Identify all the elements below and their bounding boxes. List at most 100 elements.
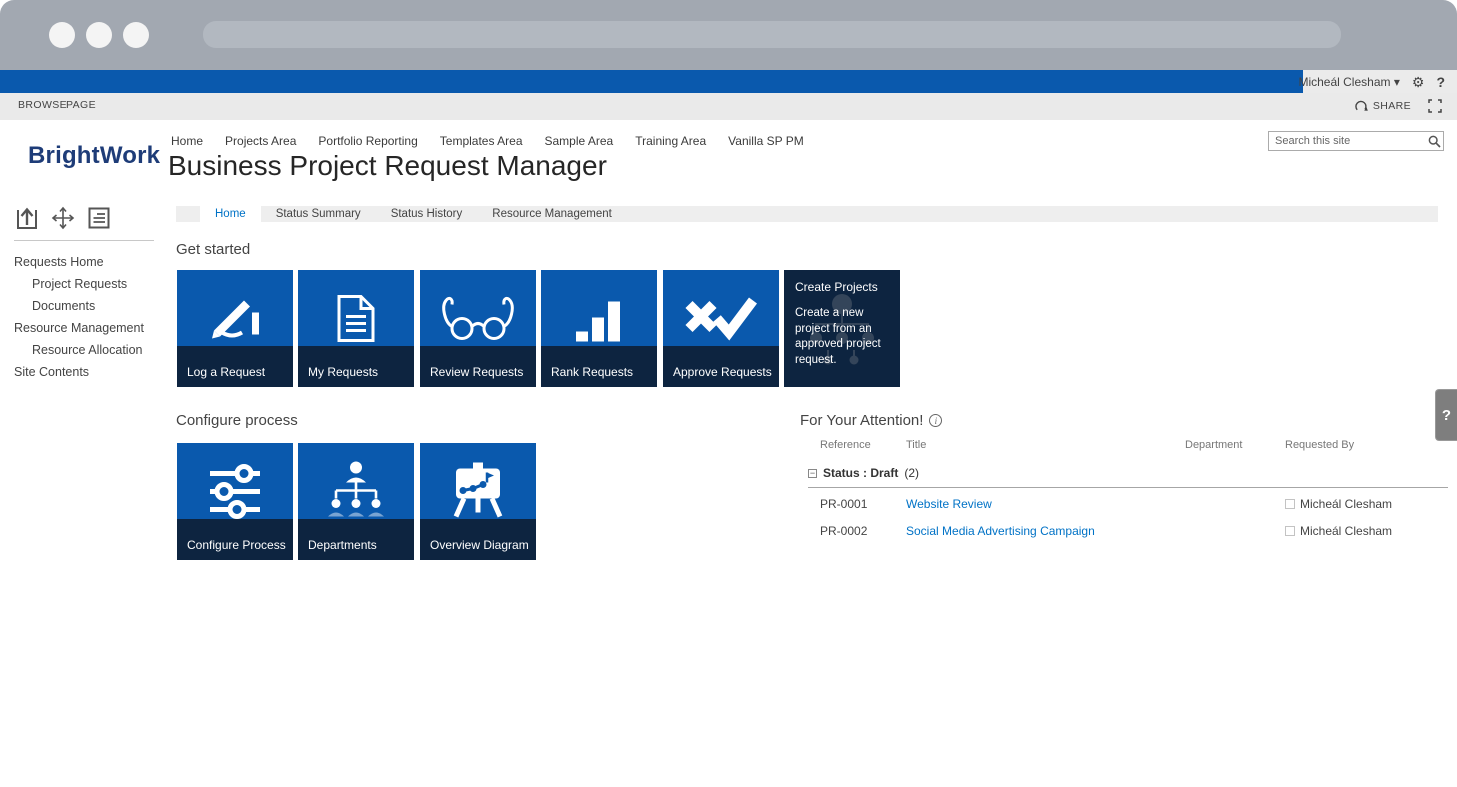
tile-label: Approve Requests xyxy=(673,365,772,379)
cell-reference: PR-0001 xyxy=(808,497,906,511)
table-row: PR-0002 Social Media Advertising Campaig… xyxy=(808,519,1448,542)
tile-label: Log a Request xyxy=(187,365,265,379)
tab-status-summary[interactable]: Status Summary xyxy=(261,206,376,222)
bar-chart-icon xyxy=(568,290,630,351)
tile-my-requests[interactable]: My Requests xyxy=(298,270,414,387)
topnav-portfolio-reporting[interactable]: Portfolio Reporting xyxy=(318,134,417,148)
group-label: Status : Draft xyxy=(823,466,898,480)
brightwork-logo: BrightWork xyxy=(28,142,160,170)
easel-icon xyxy=(446,459,510,528)
topnav-projects-area[interactable]: Projects Area xyxy=(225,134,296,148)
tile-label: Review Requests xyxy=(430,365,523,379)
tile-departments[interactable]: Departments xyxy=(298,443,414,560)
column-reference[interactable]: Reference xyxy=(808,439,906,451)
help-icon[interactable]: ? xyxy=(1436,74,1445,90)
x-check-icon xyxy=(681,293,761,348)
browser-window: Micheál Clesham ▾ ⚙ ? BROWSE PAGE SHARE … xyxy=(0,0,1457,787)
topnav-training-area[interactable]: Training Area xyxy=(635,134,706,148)
tile-review-requests[interactable]: Review Requests xyxy=(420,270,536,387)
tile-log-a-request[interactable]: Log a Request xyxy=(177,270,293,387)
sidebar-item-documents[interactable]: Documents xyxy=(0,295,168,317)
ribbon-tab-page[interactable]: PAGE xyxy=(66,99,96,111)
topnav-templates-area[interactable]: Templates Area xyxy=(440,134,523,148)
cell-requested-by: Micheál Clesham xyxy=(1300,524,1392,538)
topnav-vanilla-sp-pm[interactable]: Vanilla SP PM xyxy=(728,134,804,148)
tab-resource-management[interactable]: Resource Management xyxy=(477,206,627,222)
tile-label: My Requests xyxy=(308,365,378,379)
help-side-tab[interactable]: ? xyxy=(1435,389,1457,441)
tile-create-projects[interactable]: Create Projects Create a new project fro… xyxy=(784,270,900,387)
table-row: PR-0001 Website Review Micheál Clesham xyxy=(808,492,1448,515)
user-menu[interactable]: Micheál Clesham ▾ xyxy=(1298,75,1399,89)
ribbon-tab-browse[interactable]: BROWSE xyxy=(18,99,67,111)
table-header: Reference Title Department Requested By xyxy=(808,436,1448,454)
top-navigation: Home Projects Area Portfolio Reporting T… xyxy=(171,134,804,148)
glasses-icon xyxy=(435,289,521,352)
info-icon[interactable]: i xyxy=(929,414,942,427)
address-bar[interactable] xyxy=(203,21,1341,48)
suite-bar-blue xyxy=(0,70,1303,93)
upload-icon[interactable] xyxy=(14,204,40,232)
tile-approve-requests[interactable]: Approve Requests xyxy=(663,270,779,387)
sidebar-item-resource-allocation[interactable]: Resource Allocation xyxy=(0,339,168,361)
column-title[interactable]: Title xyxy=(906,439,1185,451)
tile-title: Create Projects xyxy=(795,280,878,294)
tile-label: Departments xyxy=(308,538,377,552)
tile-description: Create a new project from an approved pr… xyxy=(795,306,893,368)
page-title: Business Project Request Manager xyxy=(168,150,607,182)
configure-process-heading: Configure process xyxy=(176,412,298,429)
group-count: (2) xyxy=(904,466,919,480)
tile-rank-requests[interactable]: Rank Requests xyxy=(541,270,657,387)
search-icon[interactable] xyxy=(1425,135,1443,148)
tab-status-history[interactable]: Status History xyxy=(376,206,478,222)
cell-requested-by: Micheál Clesham xyxy=(1300,497,1392,511)
group-header-status-draft: − Status : Draft (2) xyxy=(808,466,1448,488)
request-link[interactable]: Social Media Advertising Campaign xyxy=(906,524,1185,538)
attention-heading: For Your Attention! i xyxy=(800,412,942,429)
ribbon: BROWSE PAGE SHARE xyxy=(0,93,1457,120)
column-requested-by[interactable]: Requested By xyxy=(1285,439,1448,451)
sidebar-item-requests-home[interactable]: Requests Home xyxy=(0,251,168,273)
sidebar-item-project-requests[interactable]: Project Requests xyxy=(0,273,168,295)
sidebar-item-resource-management[interactable]: Resource Management xyxy=(0,317,168,339)
column-department[interactable]: Department xyxy=(1185,439,1285,451)
browser-chrome xyxy=(0,0,1457,70)
pen-writing-icon xyxy=(206,293,264,348)
window-button-icon[interactable] xyxy=(123,22,149,48)
org-chart-icon xyxy=(324,459,388,528)
site-search xyxy=(1268,131,1444,151)
window-button-icon[interactable] xyxy=(49,22,75,48)
cell-reference: PR-0002 xyxy=(808,524,906,538)
window-button-icon[interactable] xyxy=(86,22,112,48)
get-started-heading: Get started xyxy=(176,241,250,258)
topnav-sample-area[interactable]: Sample Area xyxy=(545,134,614,148)
document-icon xyxy=(333,289,379,352)
tile-label: Configure Process xyxy=(187,538,286,552)
sidebar-divider xyxy=(14,240,154,241)
focus-mode-icon[interactable] xyxy=(1427,98,1443,119)
list-icon[interactable] xyxy=(86,204,112,232)
move-icon[interactable] xyxy=(50,204,76,232)
tile-label: Rank Requests xyxy=(551,365,633,379)
collapse-icon[interactable]: − xyxy=(808,469,817,478)
search-input[interactable] xyxy=(1269,135,1425,147)
tab-strip: Home Status Summary Status History Resou… xyxy=(176,206,1438,222)
share-sync-icon xyxy=(1354,99,1368,113)
chevron-down-icon: ▾ xyxy=(1394,75,1400,89)
gear-icon[interactable]: ⚙ xyxy=(1412,75,1425,89)
sidebar-nav: Requests Home Project Requests Documents… xyxy=(0,251,168,383)
share-button[interactable]: SHARE xyxy=(1354,99,1411,113)
tile-overview-diagram[interactable]: Overview Diagram xyxy=(420,443,536,560)
suite-bar: Micheál Clesham ▾ ⚙ ? xyxy=(0,70,1457,93)
presence-checkbox[interactable] xyxy=(1285,499,1295,509)
presence-checkbox[interactable] xyxy=(1285,526,1295,536)
topnav-home[interactable]: Home xyxy=(171,134,203,148)
sidebar-actions xyxy=(14,204,112,232)
sidebar-item-site-contents[interactable]: Site Contents xyxy=(0,361,168,383)
sliders-icon xyxy=(204,460,266,527)
suite-bar-right: Micheál Clesham ▾ ⚙ ? xyxy=(1303,70,1457,93)
tab-home[interactable]: Home xyxy=(200,206,261,222)
tile-configure-process[interactable]: Configure Process xyxy=(177,443,293,560)
request-link[interactable]: Website Review xyxy=(906,497,1185,511)
tile-label: Overview Diagram xyxy=(430,538,529,552)
